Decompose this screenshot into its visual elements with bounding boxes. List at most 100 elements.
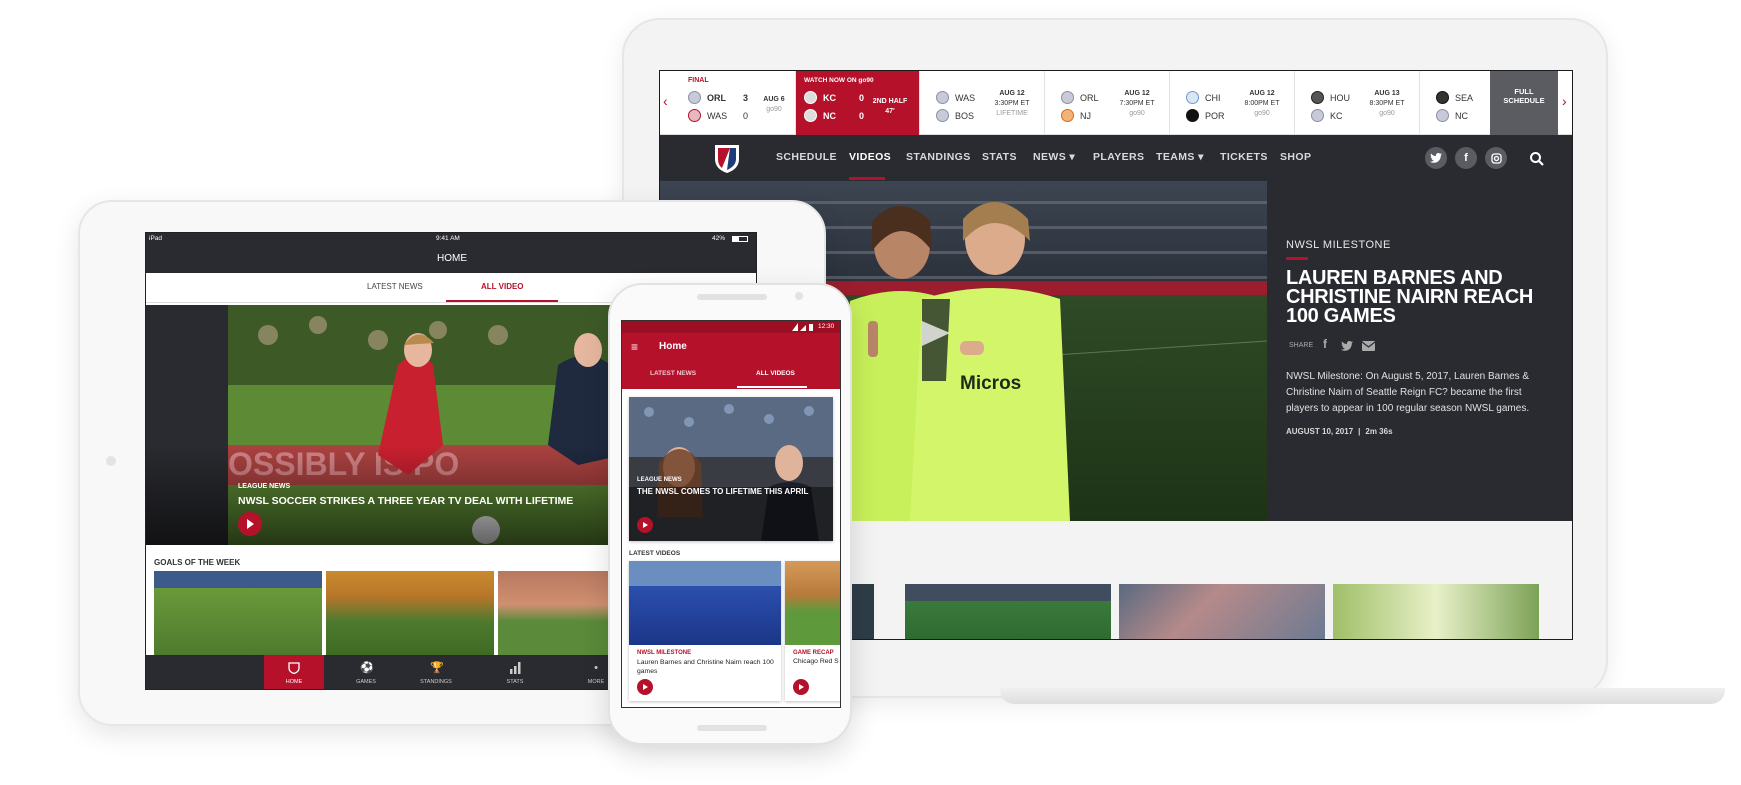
game-network: go90 <box>1254 110 1270 117</box>
game-clock: 47' <box>885 108 895 115</box>
play-button[interactable] <box>637 517 653 533</box>
video-thumbnail[interactable] <box>1333 584 1539 639</box>
phone-home-slot <box>697 725 767 731</box>
bottom-nav-home[interactable]: HOME <box>264 655 324 689</box>
bottom-nav-standings[interactable]: 🏆 STANDINGS <box>406 655 466 689</box>
tab-indicator <box>446 300 558 302</box>
game-network: LIFETIME <box>996 110 1028 117</box>
trophy-icon: 🏆 <box>430 662 444 674</box>
nav-news[interactable]: NEWS ▾ <box>1033 151 1075 163</box>
nav-videos[interactable]: VIDEOS <box>849 151 891 163</box>
full-schedule-button[interactable]: FULL SCHEDULE <box>1490 71 1558 135</box>
hero-duration: 2m 36s <box>1365 427 1393 436</box>
status-bar: 12:30 <box>622 321 840 333</box>
bottom-nav-label: STATS <box>506 679 524 685</box>
video-thumbnail[interactable] <box>1119 584 1325 639</box>
nav-stats[interactable]: STATS <box>982 151 1017 163</box>
team-abbr: KC <box>823 92 836 103</box>
ticker-game-final[interactable]: FINAL ORL 3 WAS 0 AUG 6 go90 <box>672 71 796 135</box>
game-date: AUG 12 <box>1249 90 1275 97</box>
ticker-prev-arrow[interactable]: ‹ <box>663 93 668 109</box>
play-button[interactable] <box>793 679 809 695</box>
team-logo <box>1186 109 1199 122</box>
game-date: AUG 6 <box>763 96 785 103</box>
search-icon[interactable] <box>1529 151 1545 167</box>
game-time: 8:30PM ET <box>1369 100 1405 107</box>
device-label: iPad <box>149 235 163 242</box>
nav-active-indicator <box>849 177 885 180</box>
bottom-nav-label: HOME <box>285 679 303 685</box>
twitter-icon[interactable] <box>1425 147 1447 169</box>
team-logo <box>1436 109 1449 122</box>
menu-icon[interactable]: ≡ <box>631 340 638 354</box>
tab-all-videos[interactable]: ALL VIDEOS <box>756 370 795 377</box>
tablet-camera <box>106 456 116 466</box>
team-logo <box>688 91 701 104</box>
team-abbr: BOS <box>955 110 975 121</box>
hero-category: NWSL MILESTONE <box>1286 239 1391 251</box>
featured-category: LEAGUE NEWS <box>637 477 682 483</box>
score-ticker: ‹ FINAL ORL 3 WAS 0 AUG 6 go90 WATCH NOW ON… <box>660 71 1572 135</box>
bottom-nav-games[interactable]: ⚽ GAMES <box>336 655 396 689</box>
email-icon[interactable] <box>1361 338 1376 356</box>
section-title: LATEST VIDEOS <box>629 550 681 557</box>
game-period: 2ND HALF <box>872 98 908 105</box>
hero-info-panel: NWSL MILESTONE LAUREN BARNES AND CHRISTI… <box>1267 181 1572 521</box>
featured-card[interactable]: LEAGUE NEWS THE NWSL COMES TO LIFETIME T… <box>629 397 833 541</box>
ticker-game-upcoming[interactable]: HOU KC AUG 13 8:30PM ET go90 <box>1295 71 1420 135</box>
game-status: WATCH NOW ON go90 <box>804 77 874 84</box>
play-button[interactable] <box>238 512 262 536</box>
nav-shop[interactable]: SHOP <box>1280 151 1311 163</box>
nwsl-logo[interactable] <box>710 141 744 175</box>
instagram-icon[interactable] <box>1485 147 1507 169</box>
phone-camera <box>795 292 803 300</box>
twitter-icon[interactable] <box>1341 338 1353 356</box>
tab-all-video[interactable]: ALL VIDEO <box>481 282 524 291</box>
soccer-ball-icon: ⚽ <box>360 662 374 674</box>
bottom-nav-stats[interactable]: STATS <box>485 655 545 689</box>
team-abbr: WAS <box>707 110 728 121</box>
game-network: go90 <box>1379 110 1395 117</box>
ticker-next-arrow[interactable]: › <box>1562 93 1567 109</box>
video-category: GAME RECAP <box>793 650 834 656</box>
nav-teams[interactable]: TEAMS ▾ <box>1156 151 1204 163</box>
hero-meta: AUGUST 10, 2017 | 2m 36s <box>1286 427 1393 436</box>
team-logo <box>1061 91 1074 104</box>
team-logo <box>804 91 817 104</box>
hero-headline[interactable]: LAUREN BARNES AND CHRISTINE NAIRN REACH … <box>1286 268 1556 326</box>
play-button[interactable] <box>637 679 653 695</box>
ticker-game-upcoming[interactable]: CHI POR AUG 12 8:00PM ET go90 <box>1170 71 1295 135</box>
ticker-game-live[interactable]: WATCH NOW ON go90 KC 0 NC 0 2ND HALF 47' <box>796 71 920 135</box>
team-logo <box>804 109 817 122</box>
nav-schedule[interactable]: SCHEDULE <box>776 151 837 163</box>
video-thumbnail[interactable] <box>905 584 1111 639</box>
team-score: 3 <box>743 92 749 103</box>
game-date: AUG 12 <box>1124 90 1150 97</box>
signal-icon <box>792 323 814 331</box>
team-logo <box>1436 91 1449 104</box>
tab-latest-news[interactable]: LATEST NEWS <box>650 370 696 377</box>
nav-tickets[interactable]: TICKETS <box>1220 151 1268 163</box>
nav-standings[interactable]: STANDINGS <box>906 151 971 163</box>
team-logo <box>688 109 701 122</box>
ticker-game-upcoming[interactable]: ORL NJ AUG 12 7:30PM ET go90 <box>1045 71 1170 135</box>
tab-bar: LATEST NEWS ALL VIDEOS <box>622 361 840 389</box>
ticker-game-upcoming[interactable]: SEA NC <box>1420 71 1484 135</box>
section-title: GOALS OF THE WEEK <box>154 558 241 567</box>
tab-latest-news[interactable]: LATEST NEWS <box>367 282 423 291</box>
goal-thumbnail[interactable] <box>326 571 494 655</box>
ticker-game-upcoming[interactable]: WAS BOS AUG 12 3:30PM ET LIFETIME <box>920 71 1045 135</box>
video-card[interactable]: GAME RECAP Chicago Red S <box>785 561 840 701</box>
facebook-icon[interactable]: f <box>1323 337 1327 351</box>
goal-thumbnail[interactable] <box>154 571 322 655</box>
video-card[interactable]: NWSL MILESTONE Lauren Barnes and Christi… <box>629 561 781 701</box>
game-network: go90 <box>766 106 782 113</box>
facebook-icon[interactable]: f <box>1455 147 1477 169</box>
game-status: FINAL <box>688 77 709 84</box>
hero-date: AUGUST 10, 2017 <box>1286 427 1354 436</box>
tab-indicator <box>737 386 807 388</box>
nav-players[interactable]: PLAYERS <box>1093 151 1144 163</box>
team-abbr: HOU <box>1330 92 1350 103</box>
game-time: 7:30PM ET <box>1119 100 1155 107</box>
game-time: 8:00PM ET <box>1244 100 1280 107</box>
